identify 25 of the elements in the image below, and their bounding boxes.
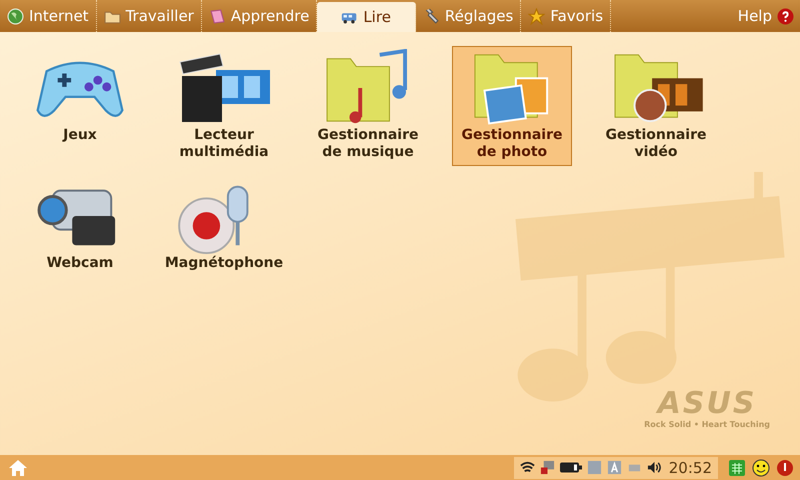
app-launcher[interactable]: Jeux [20, 46, 140, 166]
menu-tab[interactable]: Lire [317, 2, 416, 32]
star-icon [528, 8, 546, 24]
clock: 20:52 [668, 458, 712, 476]
spreadsheet-icon[interactable] [728, 458, 746, 476]
app-launcher[interactable]: Webcam [20, 174, 140, 294]
power-icon[interactable] [776, 458, 794, 476]
app-launcher[interactable]: Gestionnaire de photo [452, 46, 572, 166]
volume-icon[interactable] [646, 460, 662, 475]
app-launcher[interactable]: Gestionnaire vidéo [596, 46, 716, 166]
app-launcher[interactable]: Magnétophone [164, 174, 284, 294]
app-launcher[interactable]: Gestionnaire de musique [308, 46, 428, 166]
app-launcher[interactable]: Lecteur multimédia [164, 46, 284, 166]
wifi-icon[interactable] [520, 460, 535, 475]
book-icon [208, 8, 226, 24]
help-icon [777, 8, 794, 24]
smiley-icon[interactable] [752, 458, 770, 476]
globe-icon [7, 8, 24, 24]
brand-logo: ASUS [658, 388, 756, 420]
help-button[interactable]: Help [732, 0, 800, 32]
home-icon[interactable] [8, 458, 28, 476]
keyboard-layout-icon[interactable] [606, 460, 622, 475]
brand-tagline: Rock Solid • Heart Touching [644, 420, 770, 429]
battery-icon[interactable] [560, 460, 582, 475]
network-icon[interactable] [540, 460, 555, 475]
